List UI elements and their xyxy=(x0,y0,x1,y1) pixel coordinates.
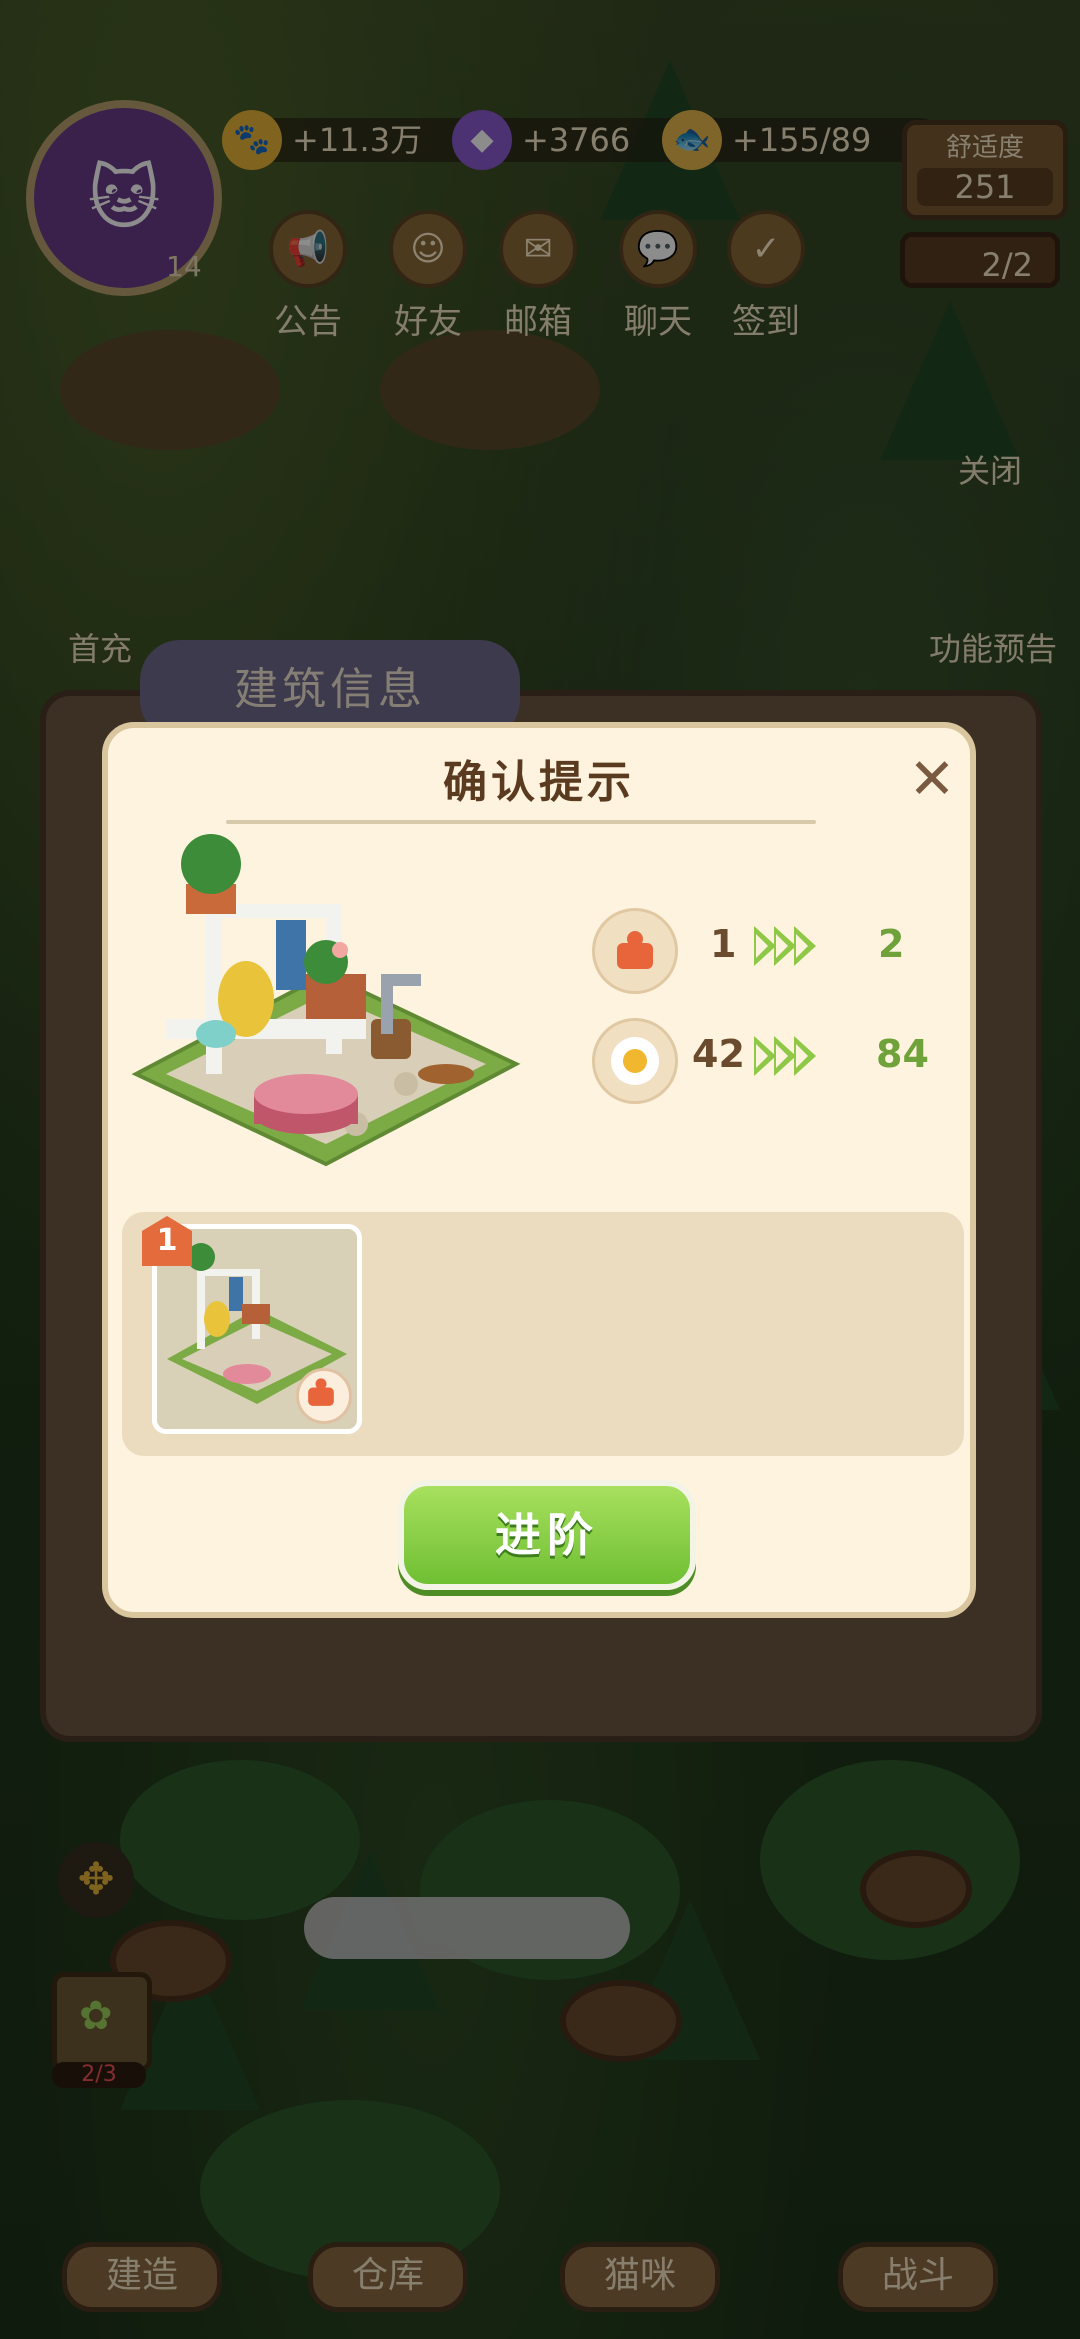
upgrade-arrows-icon xyxy=(754,926,816,970)
advance-button[interactable]: 进阶 xyxy=(398,1480,696,1590)
close-button[interactable]: ✕ xyxy=(904,752,960,808)
level-icon xyxy=(592,908,678,994)
level-to: 2 xyxy=(878,922,905,966)
level-stat-row: 1 2 xyxy=(592,908,952,994)
upgrade-arrows-icon xyxy=(754,1036,816,1080)
egg-to: 84 xyxy=(876,1032,929,1076)
close-icon: ✕ xyxy=(908,747,956,812)
egg-icon xyxy=(592,1018,678,1104)
level-icon xyxy=(296,1368,352,1424)
egg-stat-row: 42 84 xyxy=(592,1018,952,1104)
toast-message xyxy=(304,1897,630,1959)
level-from: 1 xyxy=(710,922,737,966)
material-slot-card[interactable]: 1 xyxy=(142,1216,362,1460)
dialog-title: 确认提示 xyxy=(443,757,635,808)
garden-building-image xyxy=(131,834,521,1167)
egg-from: 42 xyxy=(692,1032,745,1076)
confirm-dialog: 确认提示 ✕ 1 2 42 84 1 进阶 xyxy=(102,722,976,1959)
